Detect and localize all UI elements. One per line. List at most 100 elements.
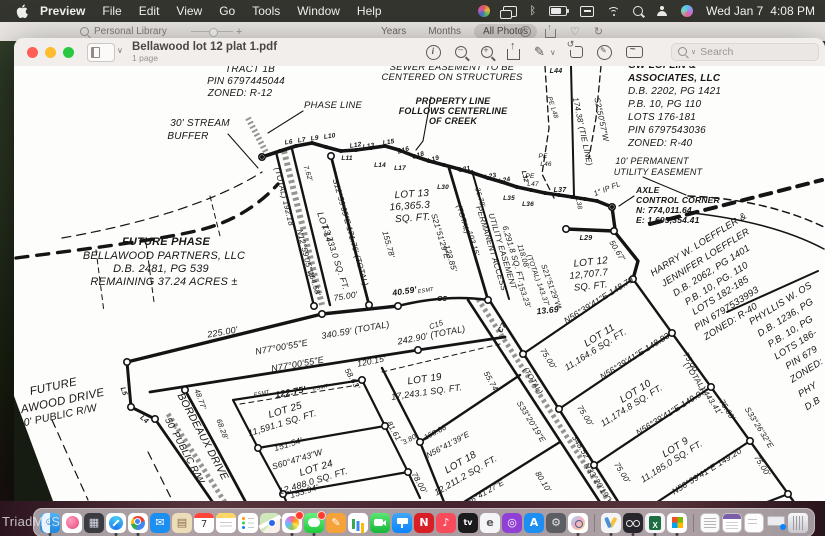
keys-app-icon[interactable]: [601, 513, 621, 533]
keynote-icon[interactable]: [392, 513, 412, 533]
calendar-icon[interactable]: 7: [194, 513, 214, 533]
menu-view[interactable]: View: [176, 4, 202, 18]
menu-bar-status: ᛒ Wed Jan 7 4:08 PM: [478, 4, 815, 18]
photos-tab-months[interactable]: Months: [419, 24, 470, 39]
favorite-heart-icon[interactable]: ♡: [570, 25, 580, 38]
spotlight-icon[interactable]: [633, 6, 643, 16]
facetime-icon[interactable]: [370, 513, 390, 533]
plat-label: REMAINING 37.24 ACRES ±: [90, 276, 237, 288]
plat-label: PHASE LINE: [304, 100, 362, 111]
photos-tabs: YearsMonthsAll Photos: [372, 24, 537, 39]
signature-icon[interactable]: [626, 46, 643, 58]
music-icon[interactable]: ♪: [436, 513, 456, 533]
numbers-icon[interactable]: [348, 513, 368, 533]
menu-file[interactable]: File: [102, 4, 121, 18]
dock-separator: [693, 514, 694, 532]
pink-sphere-app-icon[interactable]: [62, 513, 82, 533]
search-chevron-icon: ∨: [691, 48, 696, 56]
menu-bar-menus: Preview File Edit View Go Tools Window Help: [40, 4, 382, 18]
plat-label: D.B. 2481, PG 539: [113, 263, 209, 275]
close-button[interactable]: [27, 47, 38, 58]
bluetooth-icon[interactable]: ᛒ: [530, 6, 537, 17]
plat-label: AXLE: [635, 185, 660, 195]
plat-label: L11: [341, 155, 353, 162]
plat-label: ASSOCIATES, LLC: [627, 73, 721, 84]
menu-help[interactable]: Help: [357, 4, 382, 18]
rotate-left-icon[interactable]: [570, 46, 583, 58]
screen-mirroring-icon[interactable]: [503, 6, 517, 17]
red-n-app-icon[interactable]: N: [414, 513, 434, 533]
minimized-window-icon-1[interactable]: [700, 513, 720, 533]
running-indicator-dot: [577, 533, 580, 536]
plat-label: L35: [503, 195, 515, 202]
menu-edit[interactable]: Edit: [139, 4, 160, 18]
user-switch-icon[interactable]: [656, 6, 668, 16]
menu-window[interactable]: Window: [297, 4, 340, 18]
document-page-count: 1 page: [132, 54, 277, 64]
app-store-icon[interactable]: A: [524, 513, 544, 533]
plat-label: 30' STREAM: [170, 118, 230, 129]
minimized-window-icon-3[interactable]: [744, 513, 764, 533]
photos-tab-years[interactable]: Years: [372, 24, 415, 39]
info-icon[interactable]: [426, 45, 441, 60]
trash-icon[interactable]: [788, 513, 808, 533]
pages-icon[interactable]: ✎: [326, 513, 346, 533]
photos-zoom-slider[interactable]: +: [191, 26, 242, 38]
share-icon[interactable]: [545, 29, 556, 38]
sidebar-chevron-icon[interactable]: ∨: [117, 46, 123, 55]
maps-icon[interactable]: [260, 513, 280, 533]
menu-preview[interactable]: Preview: [40, 4, 85, 18]
apple-menu-icon[interactable]: [16, 4, 28, 18]
dock-separator: [594, 514, 595, 532]
apple-tv-icon[interactable]: tv: [458, 513, 478, 533]
zoom-out-icon[interactable]: [455, 46, 467, 58]
plat-label: L44: [550, 68, 563, 75]
menu-tools[interactable]: Tools: [252, 4, 280, 18]
minimized-window-icon-2[interactable]: [722, 513, 742, 533]
pdf-content[interactable]: SEWER EASEMENT TO BECENTERED ON STRUCTUR…: [14, 66, 825, 536]
markup-pencil-icon[interactable]: ✎: [534, 44, 545, 60]
input-menu-icon[interactable]: [580, 6, 594, 17]
siri-icon[interactable]: [681, 5, 693, 17]
sidebar-toggle-button[interactable]: [87, 43, 115, 62]
menubar-clock[interactable]: Wed Jan 7 4:08 PM: [706, 4, 815, 18]
plat-label: PIN 6797445044: [207, 76, 285, 87]
external-display-icon[interactable]: [766, 513, 786, 533]
safari-icon[interactable]: [106, 513, 126, 533]
launchpad-icon[interactable]: ▦: [84, 513, 104, 533]
system-settings-icon[interactable]: ⚙: [546, 513, 566, 533]
share-icon[interactable]: [507, 49, 520, 60]
chrome-icon[interactable]: [128, 513, 148, 533]
preview-icon[interactable]: [568, 513, 588, 533]
minimize-button[interactable]: [45, 47, 56, 58]
third-party-menu-extra-icon[interactable]: [478, 5, 490, 17]
running-indicator-dot: [610, 533, 613, 536]
battery-icon[interactable]: [549, 6, 567, 16]
desktop: Preview File Edit View Go Tools Window Help ᛒ W…: [0, 0, 825, 536]
rotate-icon[interactable]: ↻: [594, 25, 603, 38]
mail-icon[interactable]: ✉: [150, 513, 170, 533]
window-title-block: Bellawood lot 12 plat 1.pdf 1 page: [132, 41, 277, 64]
menu-go[interactable]: Go: [219, 4, 235, 18]
notes-icon[interactable]: [216, 513, 236, 533]
plat-label: PROPERTY LINE: [416, 96, 492, 106]
preview-toolbar: ∨ Bellawood lot 12 plat 1.pdf 1 page ✎ ∨…: [14, 38, 825, 67]
green-sheet-app-icon[interactable]: [645, 513, 665, 533]
running-indicator-dot: [49, 533, 52, 536]
highlight-icon[interactable]: [597, 45, 612, 60]
zoom-in-icon[interactable]: [481, 46, 493, 58]
reminders-icon[interactable]: [238, 513, 258, 533]
e-app-icon[interactable]: e: [480, 513, 500, 533]
dark-glasses-app-icon[interactable]: [623, 513, 643, 533]
photos-library-label[interactable]: Personal Library: [80, 26, 167, 37]
markup-dropdown-chevron-icon[interactable]: ∨: [550, 48, 556, 57]
contacts-icon[interactable]: ▤: [172, 513, 192, 533]
zoom-button[interactable]: [63, 47, 74, 58]
search-input[interactable]: ∨ Search: [671, 43, 819, 61]
podcasts-icon[interactable]: ◎: [502, 513, 522, 533]
zoom-detail-icon[interactable]: [520, 26, 531, 37]
clock-time: 4:08 PM: [770, 4, 815, 18]
wifi-icon[interactable]: [607, 6, 620, 16]
microsoft-app-icon[interactable]: [667, 513, 687, 533]
plat-label: LOTS 176-181: [628, 112, 696, 123]
